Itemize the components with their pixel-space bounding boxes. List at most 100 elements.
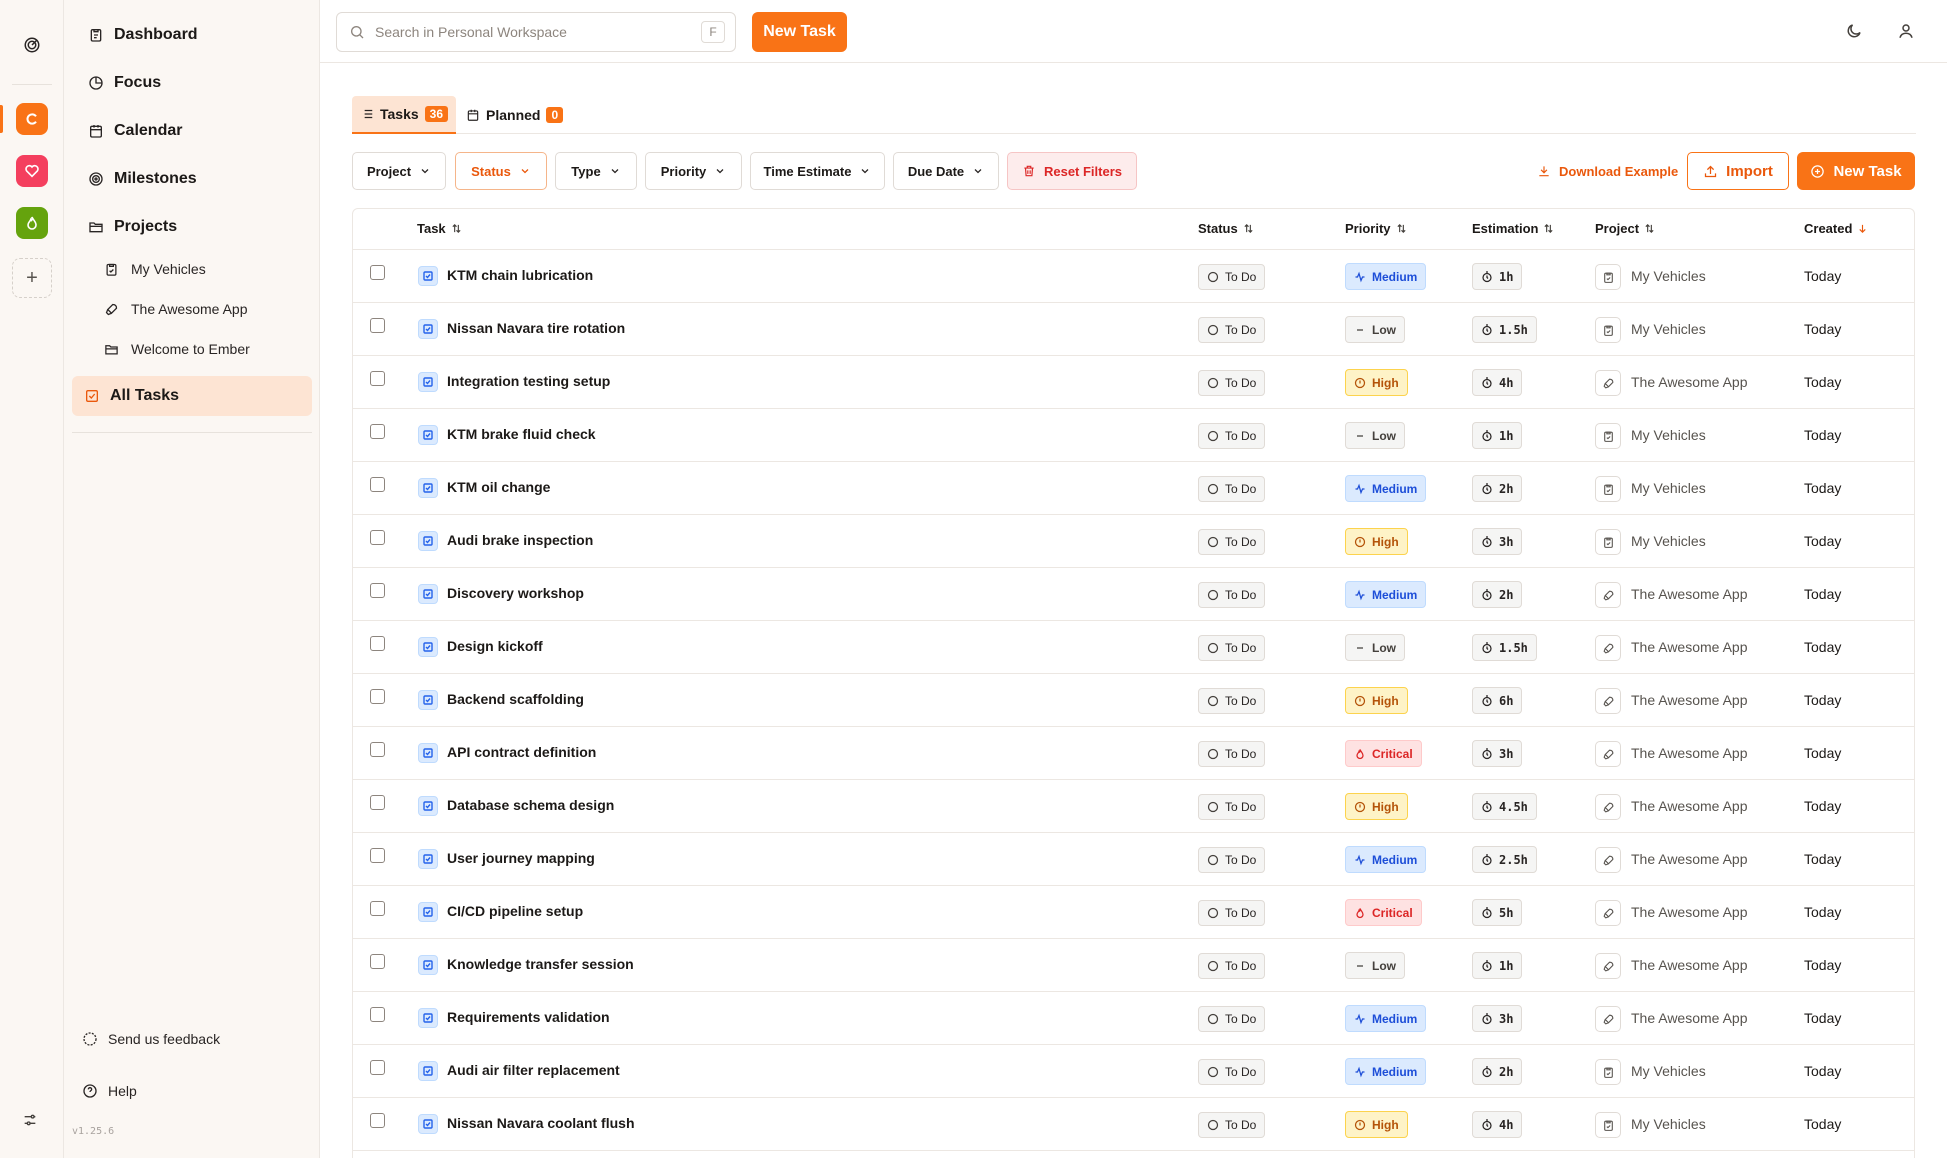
search-box[interactable]: F: [336, 12, 736, 52]
estimate-badge[interactable]: 6h: [1472, 687, 1523, 714]
table-row[interactable]: Discovery workshop To Do Medium 2h The A…: [353, 568, 1914, 621]
row-checkbox[interactable]: [370, 742, 385, 757]
estimate-badge[interactable]: 3h: [1472, 528, 1523, 555]
row-checkbox[interactable]: [370, 954, 385, 969]
priority-badge[interactable]: Medium: [1345, 1058, 1427, 1085]
filter-status[interactable]: Status: [455, 152, 547, 190]
status-badge[interactable]: To Do: [1198, 953, 1266, 979]
row-checkbox[interactable]: [370, 583, 385, 598]
column-header-task[interactable]: Task: [417, 221, 462, 236]
row-checkbox[interactable]: [370, 1007, 385, 1022]
ember-logo-icon[interactable]: [18, 31, 46, 59]
row-checkbox[interactable]: [370, 901, 385, 916]
task-title[interactable]: Nissan Navara coolant flush: [447, 1115, 635, 1131]
estimate-badge[interactable]: 5h: [1472, 899, 1523, 926]
status-badge[interactable]: To Do: [1198, 529, 1266, 555]
status-badge[interactable]: To Do: [1198, 476, 1266, 502]
status-badge[interactable]: To Do: [1198, 264, 1266, 290]
estimate-badge[interactable]: 3h: [1472, 1005, 1523, 1032]
estimate-badge[interactable]: 3h: [1472, 740, 1523, 767]
top-new-task-button[interactable]: New Task: [752, 12, 847, 52]
priority-badge[interactable]: High: [1345, 1111, 1408, 1138]
project-welcome-to-ember[interactable]: Welcome to Ember: [102, 336, 302, 362]
row-checkbox[interactable]: [370, 636, 385, 651]
send-feedback-link[interactable]: Send us feedback: [82, 1031, 220, 1047]
nav-projects[interactable]: Projects: [80, 212, 310, 242]
row-checkbox[interactable]: [370, 689, 385, 704]
estimate-badge[interactable]: 4.5h: [1472, 793, 1537, 820]
status-badge[interactable]: To Do: [1198, 847, 1266, 873]
table-row[interactable]: API contract definition To Do Critical 3…: [353, 727, 1914, 780]
table-row[interactable]: Database schema design To Do High 4.5h T…: [353, 780, 1914, 833]
task-title[interactable]: Database schema design: [447, 797, 614, 813]
project-name[interactable]: My Vehicles: [1631, 321, 1706, 337]
filter-time-estimate[interactable]: Time Estimate: [750, 152, 885, 190]
project-name[interactable]: My Vehicles: [1631, 427, 1706, 443]
project-name[interactable]: The Awesome App: [1631, 745, 1747, 761]
status-badge[interactable]: To Do: [1198, 635, 1266, 661]
row-checkbox[interactable]: [370, 1113, 385, 1128]
download-example-link[interactable]: Download Example: [1537, 160, 1678, 182]
priority-badge[interactable]: Low: [1345, 316, 1405, 343]
dark-mode-toggle[interactable]: [1845, 22, 1865, 42]
task-title[interactable]: KTM chain lubrication: [447, 267, 593, 283]
project-name[interactable]: The Awesome App: [1631, 957, 1747, 973]
status-badge[interactable]: To Do: [1198, 741, 1266, 767]
table-row[interactable]: KTM brake fluid check To Do Low 1h My Ve…: [353, 409, 1914, 462]
column-header-created[interactable]: Created: [1804, 221, 1868, 236]
help-link[interactable]: Help: [82, 1083, 137, 1099]
task-title[interactable]: Design kickoff: [447, 638, 543, 654]
nav-all-tasks[interactable]: All Tasks: [72, 376, 312, 416]
nav-focus[interactable]: Focus: [80, 68, 310, 98]
estimate-badge[interactable]: 1h: [1472, 952, 1523, 979]
filter-due-date[interactable]: Due Date: [893, 152, 999, 190]
filter-type[interactable]: Type: [555, 152, 637, 190]
priority-badge[interactable]: Low: [1345, 952, 1405, 979]
workspace-heart-icon[interactable]: [16, 155, 48, 187]
estimate-badge[interactable]: 2h: [1472, 475, 1523, 502]
column-header-priority[interactable]: Priority: [1345, 221, 1407, 236]
task-title[interactable]: Nissan Navara tire rotation: [447, 320, 625, 336]
table-row[interactable]: KTM oil change To Do Medium 2h My Vehicl…: [353, 462, 1914, 515]
add-workspace-button[interactable]: +: [12, 258, 52, 298]
table-row[interactable]: Nissan Navara coolant flush To Do High 4…: [353, 1098, 1914, 1151]
priority-badge[interactable]: Medium: [1345, 581, 1427, 608]
estimate-badge[interactable]: 2h: [1472, 1058, 1523, 1085]
status-badge[interactable]: To Do: [1198, 423, 1266, 449]
project-name[interactable]: My Vehicles: [1631, 268, 1706, 284]
project-name[interactable]: My Vehicles: [1631, 480, 1706, 496]
project-name[interactable]: The Awesome App: [1631, 374, 1747, 390]
status-badge[interactable]: To Do: [1198, 582, 1266, 608]
project-name[interactable]: My Vehicles: [1631, 1116, 1706, 1132]
row-checkbox[interactable]: [370, 424, 385, 439]
sliders-icon[interactable]: [22, 1112, 42, 1132]
tab-planned[interactable]: Planned 0: [458, 96, 571, 134]
new-task-button[interactable]: New Task: [1797, 152, 1915, 190]
user-menu-button[interactable]: [1897, 22, 1917, 42]
project-name[interactable]: The Awesome App: [1631, 904, 1747, 920]
task-title[interactable]: Audi brake inspection: [447, 532, 593, 548]
status-badge[interactable]: To Do: [1198, 1006, 1266, 1032]
nav-milestones[interactable]: Milestones: [80, 164, 310, 194]
task-title[interactable]: Integration testing setup: [447, 373, 610, 389]
status-badge[interactable]: To Do: [1198, 370, 1266, 396]
table-row[interactable]: Requirements validation To Do Medium 3h …: [353, 992, 1914, 1045]
status-badge[interactable]: To Do: [1198, 317, 1266, 343]
status-badge[interactable]: To Do: [1198, 688, 1266, 714]
filter-project[interactable]: Project: [352, 152, 446, 190]
priority-badge[interactable]: High: [1345, 793, 1408, 820]
estimate-badge[interactable]: 4h: [1472, 369, 1523, 396]
status-badge[interactable]: To Do: [1198, 794, 1266, 820]
project-my-vehicles[interactable]: My Vehicles: [102, 256, 302, 282]
status-badge[interactable]: To Do: [1198, 1112, 1266, 1138]
task-title[interactable]: CI/CD pipeline setup: [447, 903, 583, 919]
row-checkbox[interactable]: [370, 371, 385, 386]
task-title[interactable]: KTM oil change: [447, 479, 550, 495]
task-title[interactable]: Backend scaffolding: [447, 691, 584, 707]
project-name[interactable]: The Awesome App: [1631, 798, 1747, 814]
nav-dashboard[interactable]: Dashboard: [80, 20, 310, 50]
estimate-badge[interactable]: 1.5h: [1472, 316, 1537, 343]
estimate-badge[interactable]: 1h: [1472, 263, 1523, 290]
row-checkbox[interactable]: [370, 848, 385, 863]
task-title[interactable]: Discovery workshop: [447, 585, 584, 601]
